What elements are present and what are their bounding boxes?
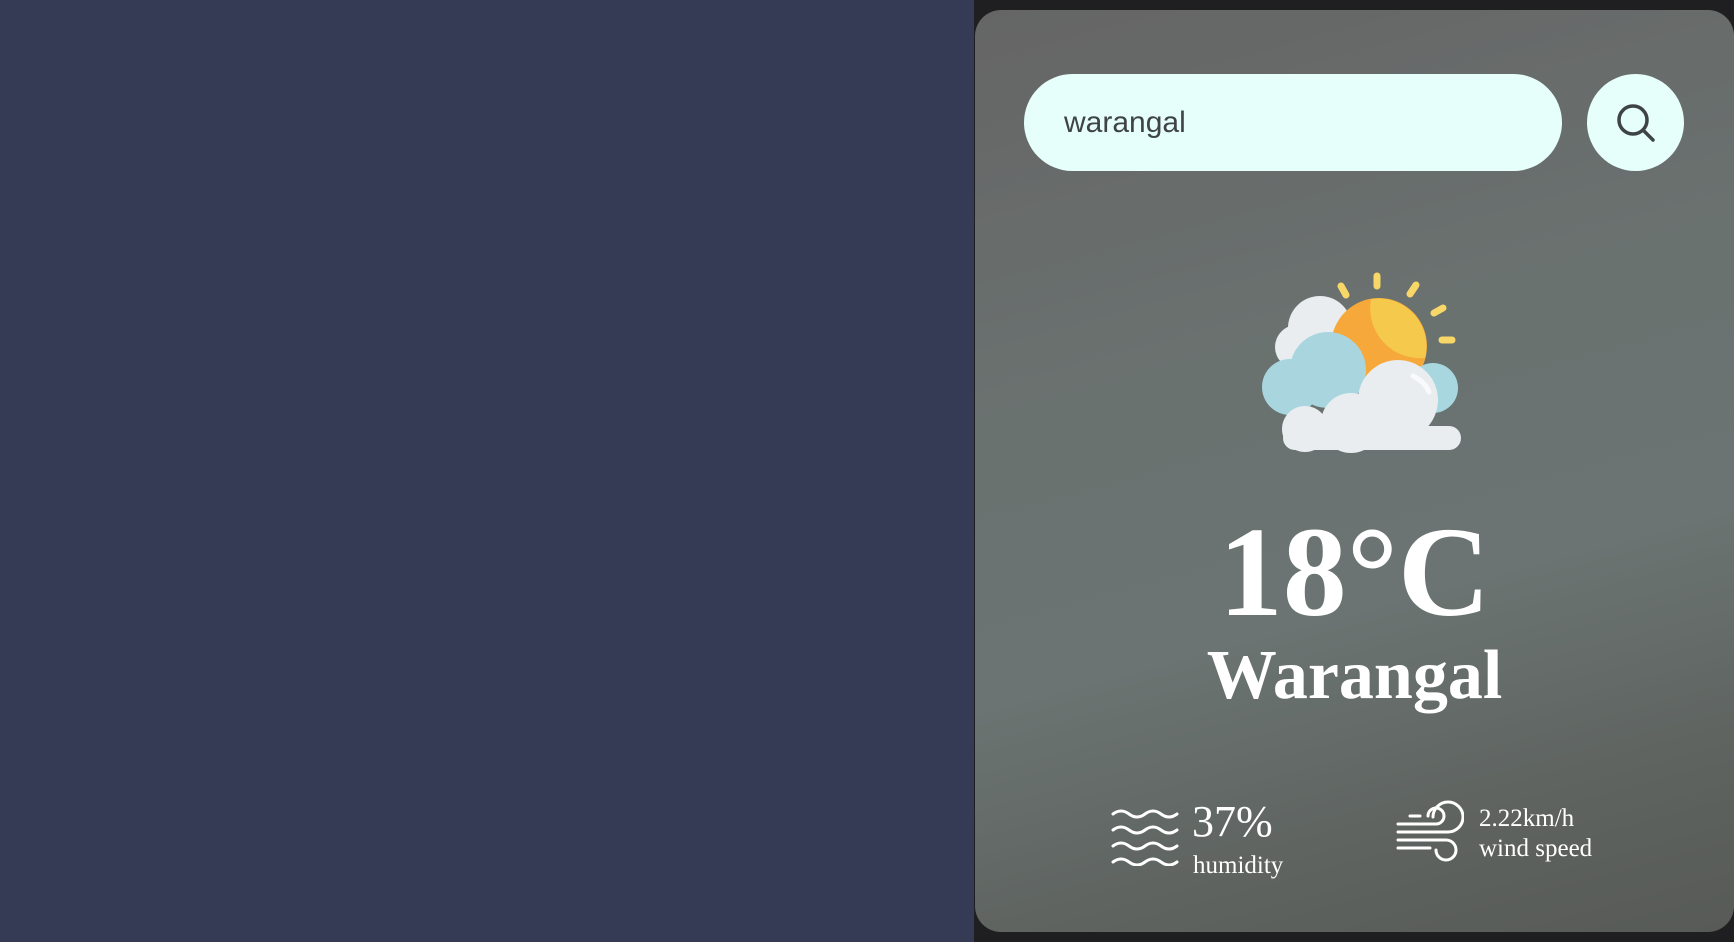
search-input[interactable] [1024, 74, 1562, 171]
left-panel [0, 0, 974, 942]
wind-icon [1396, 800, 1464, 862]
city-name: Warangal [1206, 637, 1503, 714]
search-button[interactable] [1587, 74, 1684, 171]
humidity-value: 37% [1192, 797, 1273, 846]
wind-value: 2.22km/h [1479, 805, 1575, 832]
wind-label: wind speed [1479, 835, 1593, 862]
search-icon [1616, 103, 1655, 142]
humidity-label: humidity [1193, 852, 1284, 879]
humidity-waves-icon [1111, 809, 1179, 866]
temperature: 18°C [1218, 501, 1491, 643]
weather-card: 18°C Warangal 37% humidity 2.22km/h wind… [975, 10, 1734, 932]
partly-cloudy-icon [1262, 272, 1461, 453]
